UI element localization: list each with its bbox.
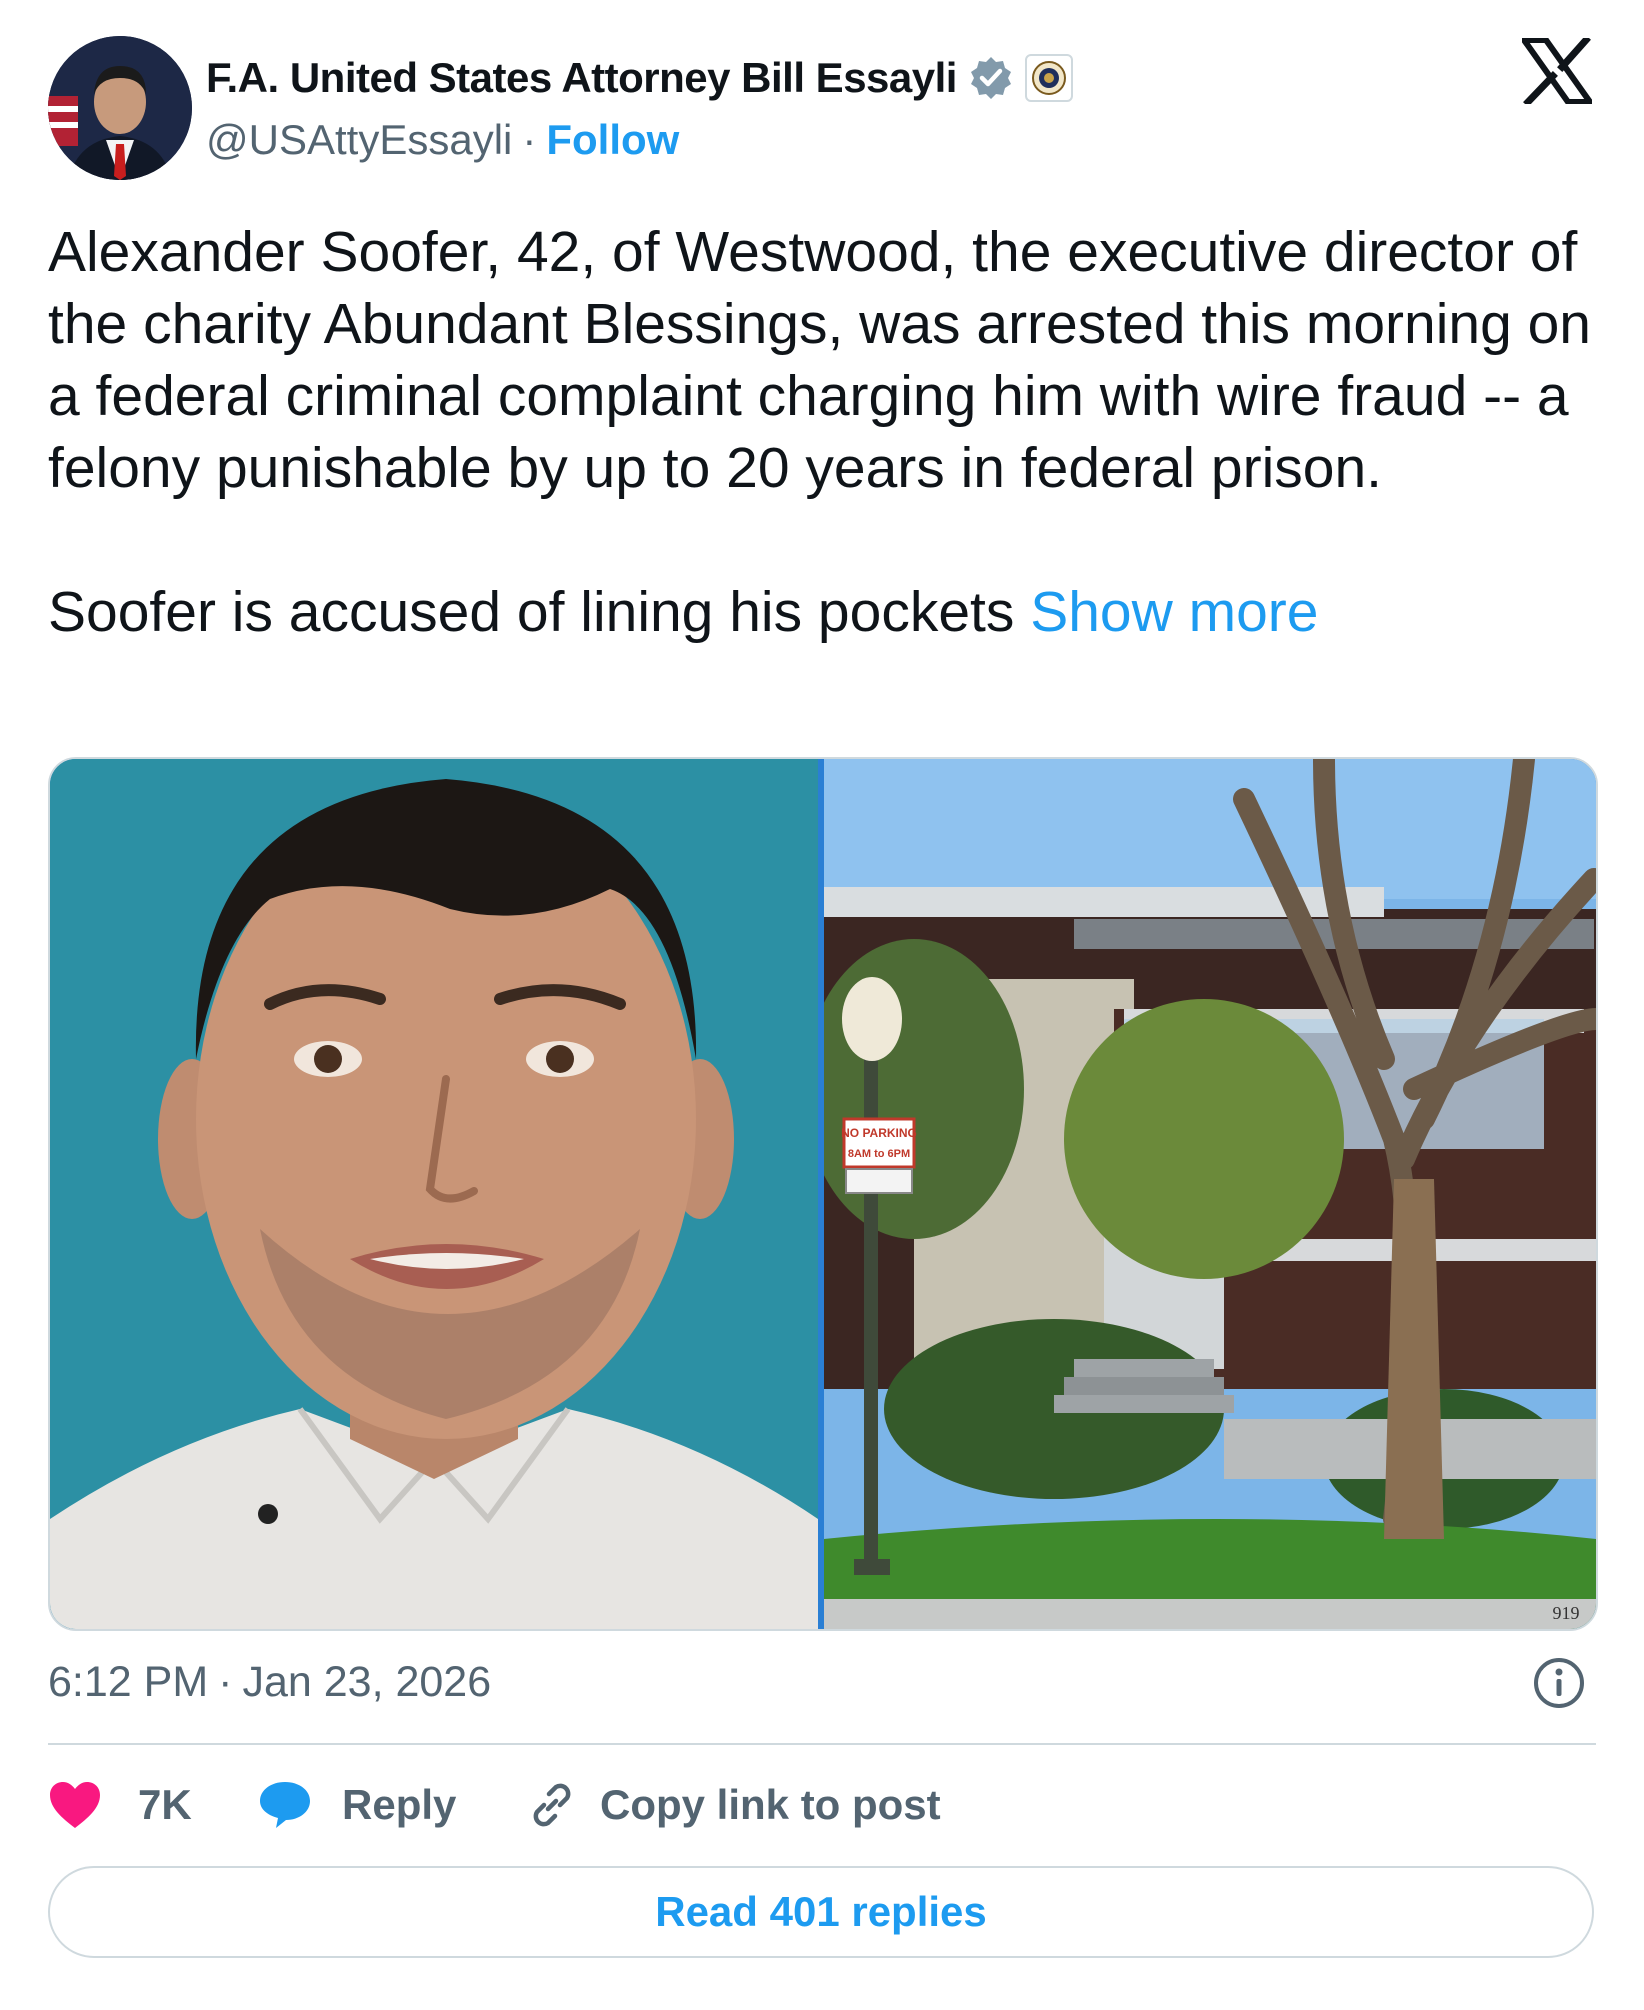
post-time: 6:12 PM [48, 1657, 209, 1706]
address-number: 919 [1553, 1603, 1580, 1623]
house-photo: NO PARKING 8AM to 6PM 919 [824, 759, 1596, 1629]
media-grid: NO PARKING 8AM to 6PM 919 [48, 757, 1598, 1631]
sign-text-2: 8AM to 6PM [848, 1148, 910, 1160]
doj-seal-icon [1024, 54, 1073, 102]
read-replies-button[interactable]: Read 401 replies [48, 1866, 1594, 1958]
author-name-row: F.A. United States Attorney Bill Essayli [206, 48, 1073, 108]
verified-badge-icon [970, 57, 1011, 99]
x-logo-icon[interactable] [1522, 38, 1592, 104]
sign-text-1: NO PARKING [841, 1126, 917, 1140]
media-photo-house[interactable]: NO PARKING 8AM to 6PM 919 [824, 759, 1596, 1629]
like-button[interactable]: 7K [48, 1780, 258, 1830]
reply-button[interactable]: Reply [258, 1780, 526, 1830]
read-replies-label: Read 401 replies [655, 1888, 987, 1935]
post-text-paragraph-1: Alexander Soofer, 42, of Westwood, the e… [48, 220, 1592, 500]
author-handle[interactable]: @USAttyEssayli [206, 116, 512, 164]
media-photo-portrait[interactable] [50, 759, 818, 1629]
author-display-name[interactable]: F.A. United States Attorney Bill Essayli [206, 54, 957, 102]
show-more-link[interactable]: Show more [1030, 580, 1318, 644]
reply-label: Reply [342, 1781, 457, 1828]
author-avatar[interactable] [48, 36, 192, 180]
follow-button[interactable]: Follow [546, 116, 679, 164]
link-icon [533, 1783, 571, 1827]
action-bar: 7K Reply Copy link to post [48, 1770, 941, 1840]
post-text-paragraph-2: Soofer is accused of lining his pockets … [48, 576, 1608, 648]
author-handle-row: @USAttyEssayli · Follow [206, 112, 679, 168]
post-timestamp[interactable]: 6:12 PM · Jan 23, 2026 [48, 1650, 491, 1714]
handle-separator: · [522, 116, 537, 163]
divider [48, 1743, 1596, 1745]
reply-bubble-icon [260, 1782, 310, 1828]
likes-count: 7K [138, 1781, 192, 1828]
copy-link-label: Copy link to post [600, 1781, 941, 1828]
copy-link-button[interactable]: Copy link to post [526, 1779, 941, 1831]
post-text-paragraph-2-body: Soofer is accused of lining his pockets [48, 580, 1015, 644]
post-card: F.A. United States Attorney Bill Essayli… [0, 0, 1644, 2010]
portrait-photo [50, 759, 818, 1629]
post-date: Jan 23, 2026 [242, 1657, 492, 1706]
avatar-image [48, 36, 192, 180]
heart-icon [50, 1782, 100, 1828]
info-icon[interactable] [1532, 1656, 1586, 1710]
time-date-separator: · [218, 1657, 233, 1706]
post-text: Alexander Soofer, 42, of Westwood, the e… [48, 216, 1608, 648]
